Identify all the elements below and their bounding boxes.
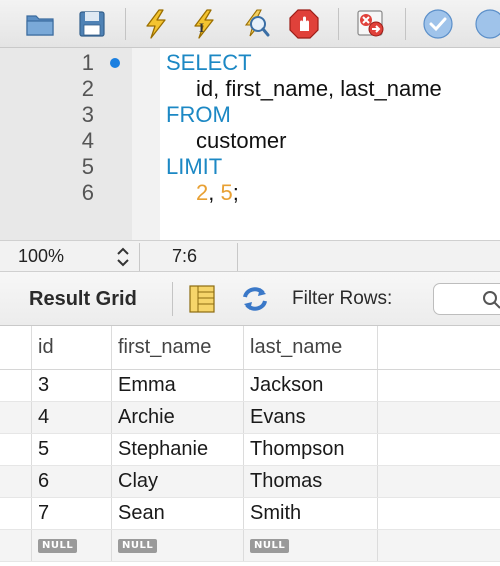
table-row[interactable]: 3 Emma Jackson <box>0 370 500 402</box>
sql-editor-toolbar: I <box>0 0 500 48</box>
execute-current-icon[interactable]: I <box>188 8 220 40</box>
filter-rows-input[interactable] <box>433 283 500 315</box>
sql-number: 5 <box>220 180 233 205</box>
toolbar-separator <box>172 282 173 316</box>
chevron-up-down-icon <box>117 247 129 267</box>
table-cell[interactable]: 7 <box>32 498 112 529</box>
execute-icon[interactable] <box>140 8 172 40</box>
column-header-first-name[interactable]: first_name <box>112 326 244 369</box>
toggle-continue-on-error-icon[interactable] <box>355 8 387 40</box>
null-badge: NULL <box>38 538 78 553</box>
stop-icon[interactable] <box>288 8 320 40</box>
table-cell[interactable]: Emma <box>112 370 244 401</box>
status-separator <box>139 243 140 271</box>
line-number: 6 <box>81 180 94 205</box>
table-cell[interactable]: NULL <box>112 530 244 561</box>
sql-punctuation: ; <box>232 180 239 205</box>
grid-header-row: id first_name last_name <box>0 326 500 370</box>
sql-code-line: id, first_name, last_name <box>196 76 442 101</box>
toolbar-separator <box>338 8 339 40</box>
sql-keyword: LIMIT <box>166 154 223 179</box>
current-statement-marker <box>110 58 120 68</box>
table-cell[interactable]: 3 <box>32 370 112 401</box>
table-cell[interactable]: Thomas <box>244 466 378 497</box>
sql-code-line: 2, 5; <box>196 180 239 206</box>
cursor-position: 7:6 <box>172 246 198 266</box>
zoom-stepper[interactable] <box>113 245 133 269</box>
sql-number: 2 <box>196 180 209 205</box>
status-separator <box>237 243 238 271</box>
explain-icon[interactable] <box>240 8 272 40</box>
rollback-icon[interactable] <box>474 8 500 40</box>
sql-keyword: FROM <box>166 102 231 127</box>
table-row[interactable]: 4 Archie Evans <box>0 402 500 434</box>
table-row[interactable]: 7 Sean Smith <box>0 498 500 530</box>
line-number: 4 <box>81 128 94 153</box>
sql-editor[interactable]: 1 2 3 4 5 6 SELECT id, first_name, last_… <box>0 48 500 240</box>
result-grid: id first_name last_name 3 Emma Jackson 4… <box>0 326 500 566</box>
toolbar-separator <box>125 8 126 40</box>
sql-keyword: SELECT <box>166 50 252 75</box>
table-cell[interactable]: 4 <box>32 402 112 433</box>
save-icon[interactable] <box>76 8 108 40</box>
sql-code-line: customer <box>196 128 287 153</box>
table-row[interactable]: 6 Clay Thomas <box>0 466 500 498</box>
sql-punctuation: , <box>208 180 221 205</box>
table-cell[interactable]: Thompson <box>244 434 378 465</box>
result-grid-toolbar: Result Grid Filter Rows: <box>0 272 500 326</box>
table-cell[interactable]: 6 <box>32 466 112 497</box>
zoom-level: 100% <box>18 246 65 266</box>
null-badge: NULL <box>250 538 290 553</box>
null-badge: NULL <box>118 538 158 553</box>
row-header[interactable] <box>0 434 32 465</box>
row-header[interactable] <box>0 402 32 433</box>
table-cell[interactable]: Stephanie <box>112 434 244 465</box>
row-header[interactable] <box>0 370 32 401</box>
column-header-id[interactable]: id <box>32 326 112 369</box>
row-header[interactable] <box>0 498 32 529</box>
refresh-icon[interactable] <box>240 285 270 318</box>
editor-status-bar: 100% 7:6 <box>0 240 500 272</box>
table-cell[interactable]: Smith <box>244 498 378 529</box>
new-row-placeholder[interactable]: NULL NULL NULL <box>0 530 500 562</box>
table-cell[interactable]: Archie <box>112 402 244 433</box>
row-header[interactable] <box>0 530 32 561</box>
filter-rows-label: Filter Rows: <box>292 288 393 309</box>
table-cell[interactable]: Jackson <box>244 370 378 401</box>
table-cell[interactable]: Evans <box>244 402 378 433</box>
open-folder-icon[interactable] <box>24 8 56 40</box>
svg-text:I: I <box>199 20 204 35</box>
line-number: 1 <box>81 50 94 75</box>
table-cell[interactable]: NULL <box>32 530 112 561</box>
search-icon <box>483 291 500 309</box>
table-cell[interactable]: NULL <box>244 530 378 561</box>
table-cell[interactable]: Clay <box>112 466 244 497</box>
line-number: 2 <box>81 76 94 101</box>
result-grid-tab[interactable]: Result Grid <box>29 288 137 311</box>
commit-icon[interactable] <box>422 8 454 40</box>
row-header-corner <box>0 326 32 369</box>
form-editor-icon[interactable] <box>189 285 215 318</box>
line-number: 3 <box>81 102 94 127</box>
table-cell[interactable]: Sean <box>112 498 244 529</box>
fold-gutter <box>132 48 160 240</box>
row-header[interactable] <box>0 466 32 497</box>
table-cell[interactable]: 5 <box>32 434 112 465</box>
column-header-last-name[interactable]: last_name <box>244 326 378 369</box>
table-row[interactable]: 5 Stephanie Thompson <box>0 434 500 466</box>
line-number: 5 <box>81 154 94 179</box>
toolbar-separator <box>405 8 406 40</box>
